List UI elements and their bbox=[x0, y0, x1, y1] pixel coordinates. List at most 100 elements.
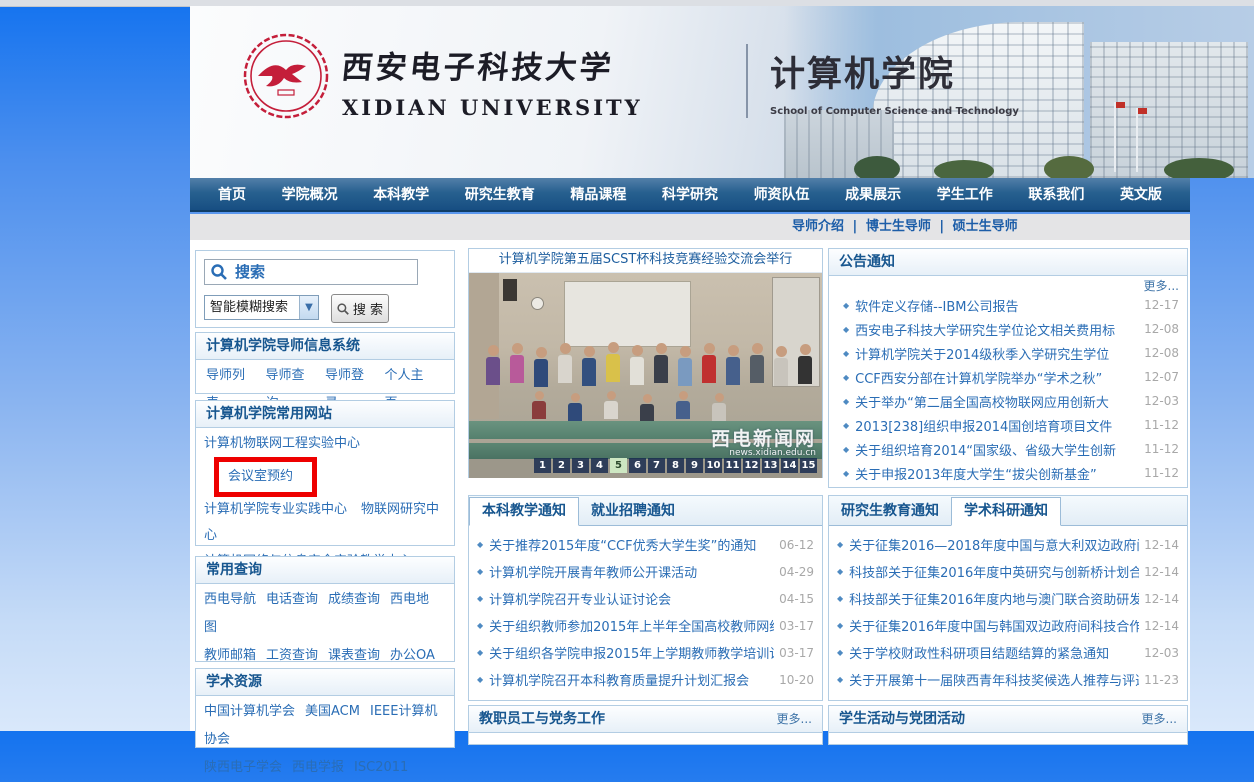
pager-item[interactable]: 1 bbox=[534, 458, 551, 473]
pager-item[interactable]: 3 bbox=[572, 458, 589, 473]
nav-item-achievements[interactable]: 成果展示 bbox=[845, 184, 901, 204]
subnav-item-mentor-intro[interactable]: 导师介绍 bbox=[792, 219, 844, 234]
main-content: 智能模糊搜索 ▼ 搜 索 计算机学院导师信息系统 导师列表 导师查询 导师登录 … bbox=[190, 240, 1190, 731]
watermark-title: 西电新闻网 bbox=[711, 430, 816, 448]
nav-item-home[interactable]: 首页 bbox=[218, 184, 246, 204]
notice-link[interactable]: 科技部关于征集2016年度中英研究与创新桥计划合作 bbox=[849, 562, 1139, 581]
teaching-notices-panel: 本科教学通知 就业招聘通知 ◆ 关于推荐2015年度“CCF优秀大学生奖”的通知 0… bbox=[468, 495, 823, 701]
notice-link[interactable]: 关于学校财政性科研项目结题结算的紧急通知 bbox=[849, 643, 1139, 662]
search-panel: 智能模糊搜索 ▼ 搜 索 bbox=[195, 250, 455, 328]
link-teacher-mail[interactable]: 教师邮箱 bbox=[204, 648, 256, 663]
nav-item-contact[interactable]: 联系我们 bbox=[1028, 184, 1084, 204]
pager-item[interactable]: 4 bbox=[591, 458, 608, 473]
bullet-icon: ◆ bbox=[837, 594, 843, 603]
link-isc2011[interactable]: ISC2011 bbox=[354, 760, 408, 775]
link-grade-query[interactable]: 成绩查询 bbox=[328, 592, 380, 607]
notice-link[interactable]: 关于组织教师参加2015年上半年全国高校教师网络培 bbox=[489, 616, 774, 635]
staff-party-more-link[interactable]: 更多... bbox=[777, 707, 812, 732]
link-meeting-room-booking[interactable]: 会议室预约 bbox=[228, 469, 293, 484]
notice-item: ◆计算机学院开展青年教师公开课活动04-29 bbox=[469, 558, 822, 585]
main-nav: 首页 学院概况 本科教学 研究生教育 精品课程 科学研究 师资队伍 成果展示 学… bbox=[190, 178, 1190, 212]
pager-item[interactable]: 8 bbox=[667, 458, 684, 473]
university-name-zh: 西安电子科技大学 bbox=[340, 42, 745, 87]
notice-link[interactable]: 西安电子科技大学研究生学位论文相关费用标 bbox=[855, 320, 1139, 339]
notice-link[interactable]: 科技部关于征集2016年度内地与澳门联合资助研发项 bbox=[849, 589, 1139, 608]
university-seal-logo bbox=[242, 32, 330, 124]
nav-item-faculty[interactable]: 师资队伍 bbox=[754, 184, 810, 204]
link-ccf[interactable]: 中国计算机学会 bbox=[204, 704, 295, 719]
bullet-icon: ◆ bbox=[843, 397, 849, 406]
link-iot-lab[interactable]: 计算机物联网工程实验中心 bbox=[204, 436, 360, 451]
announcements-title: 公告通知 bbox=[839, 250, 895, 275]
link-shaanxi-society[interactable]: 陕西电子学会 bbox=[204, 760, 282, 775]
nav-item-graduate[interactable]: 研究生教育 bbox=[465, 184, 535, 204]
link-phone-query[interactable]: 电话查询 bbox=[266, 592, 318, 607]
notice-link[interactable]: 关于举办“第二届全国高校物联网应用创新大 bbox=[855, 392, 1139, 411]
student-activities-more-link[interactable]: 更多... bbox=[1142, 707, 1177, 732]
notice-link[interactable]: 软件定义存储--IBM公司报告 bbox=[855, 296, 1139, 315]
notice-item: ◆关于举办“第二届全国高校物联网应用创新大12-03 bbox=[829, 389, 1187, 413]
link-xd-journal[interactable]: 西电学报 bbox=[292, 760, 344, 775]
photo-speaker bbox=[503, 279, 517, 301]
search-button[interactable]: 搜 索 bbox=[331, 294, 389, 323]
notice-link[interactable]: 计算机学院召开本科教育质量提升计划汇报会 bbox=[489, 670, 774, 689]
research-notices-panel: 研究生教育通知 学术科研通知 ◆ 关于征集2016—2018年度中国与意大利双边政… bbox=[828, 495, 1188, 701]
notice-link[interactable]: 关于组织各学院申报2015年上学期教师教学培训计划 bbox=[489, 643, 774, 662]
bullet-icon: ◆ bbox=[477, 675, 483, 684]
pager-item[interactable]: 2 bbox=[553, 458, 570, 473]
notice-link[interactable]: 2013[238]组织申报2014国创培育项目文件 bbox=[855, 416, 1139, 435]
notice-link[interactable]: 计算机学院开展青年教师公开课活动 bbox=[489, 562, 774, 581]
tab-undergrad-teaching-notices[interactable]: 本科教学通知 bbox=[469, 497, 579, 526]
nav-item-overview[interactable]: 学院概况 bbox=[282, 184, 338, 204]
notice-date: 12-03 bbox=[1144, 646, 1179, 660]
notice-link[interactable]: 关于推荐2015年度“CCF优秀大学生奖”的通知 bbox=[489, 535, 774, 554]
pager-item[interactable]: 15 bbox=[800, 458, 817, 473]
pager-item[interactable]: 11 bbox=[724, 458, 741, 473]
notice-link[interactable]: 关于征集2016—2018年度中国与意大利双边政府间 bbox=[849, 535, 1139, 554]
notice-date: 12-14 bbox=[1144, 565, 1179, 579]
slideshow-caption-link[interactable]: 计算机学院第五届SCST杯科技竞赛经验交流会举行 bbox=[499, 252, 793, 267]
announcements-more-link[interactable]: 更多... bbox=[1144, 279, 1179, 293]
pager-item[interactable]: 10 bbox=[705, 458, 722, 473]
pager-item[interactable]: 9 bbox=[686, 458, 703, 473]
tab-job-recruit-notices[interactable]: 就业招聘通知 bbox=[579, 498, 687, 525]
link-acm[interactable]: 美国ACM bbox=[305, 704, 360, 719]
subnav-item-phd-mentors[interactable]: 博士生导师 bbox=[866, 219, 931, 234]
search-mode-select[interactable]: 智能模糊搜索 ▼ bbox=[204, 295, 319, 320]
notice-link[interactable]: 关于申报2013年度大学生“拔尖创新基金” bbox=[855, 464, 1139, 483]
link-timetable-query[interactable]: 课表查询 bbox=[328, 648, 380, 663]
pager-item[interactable]: 12 bbox=[743, 458, 760, 473]
tab-academic-research-notices[interactable]: 学术科研通知 bbox=[951, 497, 1061, 526]
nav-item-undergrad[interactable]: 本科教学 bbox=[373, 184, 429, 204]
notice-link[interactable]: 关于征集2016年度中国与韩国双边政府间科技合作项 bbox=[849, 616, 1139, 635]
pager-item[interactable]: 7 bbox=[648, 458, 665, 473]
notice-date: 04-29 bbox=[779, 565, 814, 579]
nav-item-courses[interactable]: 精品课程 bbox=[570, 184, 626, 204]
chevron-down-icon[interactable]: ▼ bbox=[299, 296, 318, 319]
pager-item[interactable]: 6 bbox=[629, 458, 646, 473]
common-sites-panel: 计算机学院常用网站 计算机物联网工程实验中心会议室预约 计算机学院专业实践中心物… bbox=[195, 400, 455, 546]
nav-item-research[interactable]: 科学研究 bbox=[662, 184, 718, 204]
pager-item-active[interactable]: 5 bbox=[610, 458, 627, 473]
pager-item[interactable]: 14 bbox=[781, 458, 798, 473]
search-input[interactable] bbox=[204, 259, 418, 285]
tab-graduate-education-notices[interactable]: 研究生教育通知 bbox=[829, 498, 951, 525]
nav-item-english[interactable]: 英文版 bbox=[1120, 184, 1162, 204]
notice-item: ◆CCF西安分部在计算机学院举办“学术之秋”12-07 bbox=[829, 365, 1187, 389]
slideshow-photo[interactable]: 西电新闻网 news.xidian.edu.cn 1 2 3 4 5 6 7 8… bbox=[469, 273, 822, 478]
link-salary-query[interactable]: 工资查询 bbox=[266, 648, 318, 663]
notice-link[interactable]: 计算机学院关于2014级秋季入学研究生学位 bbox=[855, 344, 1139, 363]
bullet-icon: ◆ bbox=[477, 594, 483, 603]
notice-link[interactable]: 计算机学院召开专业认证讨论会 bbox=[489, 589, 774, 608]
notice-link[interactable]: CCF西安分部在计算机学院举办“学术之秋” bbox=[855, 368, 1139, 387]
link-xd-guide[interactable]: 西电导航 bbox=[204, 592, 256, 607]
subnav-item-master-mentors[interactable]: 硕士生导师 bbox=[953, 219, 1018, 234]
university-name-en: XIDIAN UNIVERSITY bbox=[342, 95, 742, 120]
nav-item-students[interactable]: 学生工作 bbox=[937, 184, 993, 204]
sub-nav: 导师介绍 | 博士生导师 | 硕士生导师 bbox=[190, 214, 1190, 241]
notice-link[interactable]: 关于组织培育2014“国家级、省级大学生创新 bbox=[855, 440, 1139, 459]
notice-link[interactable]: 关于开展第十一届陕西青年科技奖候选人推荐与评选工 bbox=[849, 670, 1139, 689]
link-practice-center[interactable]: 计算机学院专业实践中心 bbox=[204, 502, 347, 517]
pager-item[interactable]: 13 bbox=[762, 458, 779, 473]
slideshow-pager: 1 2 3 4 5 6 7 8 9 10 11 12 13 14 15 bbox=[534, 458, 817, 473]
